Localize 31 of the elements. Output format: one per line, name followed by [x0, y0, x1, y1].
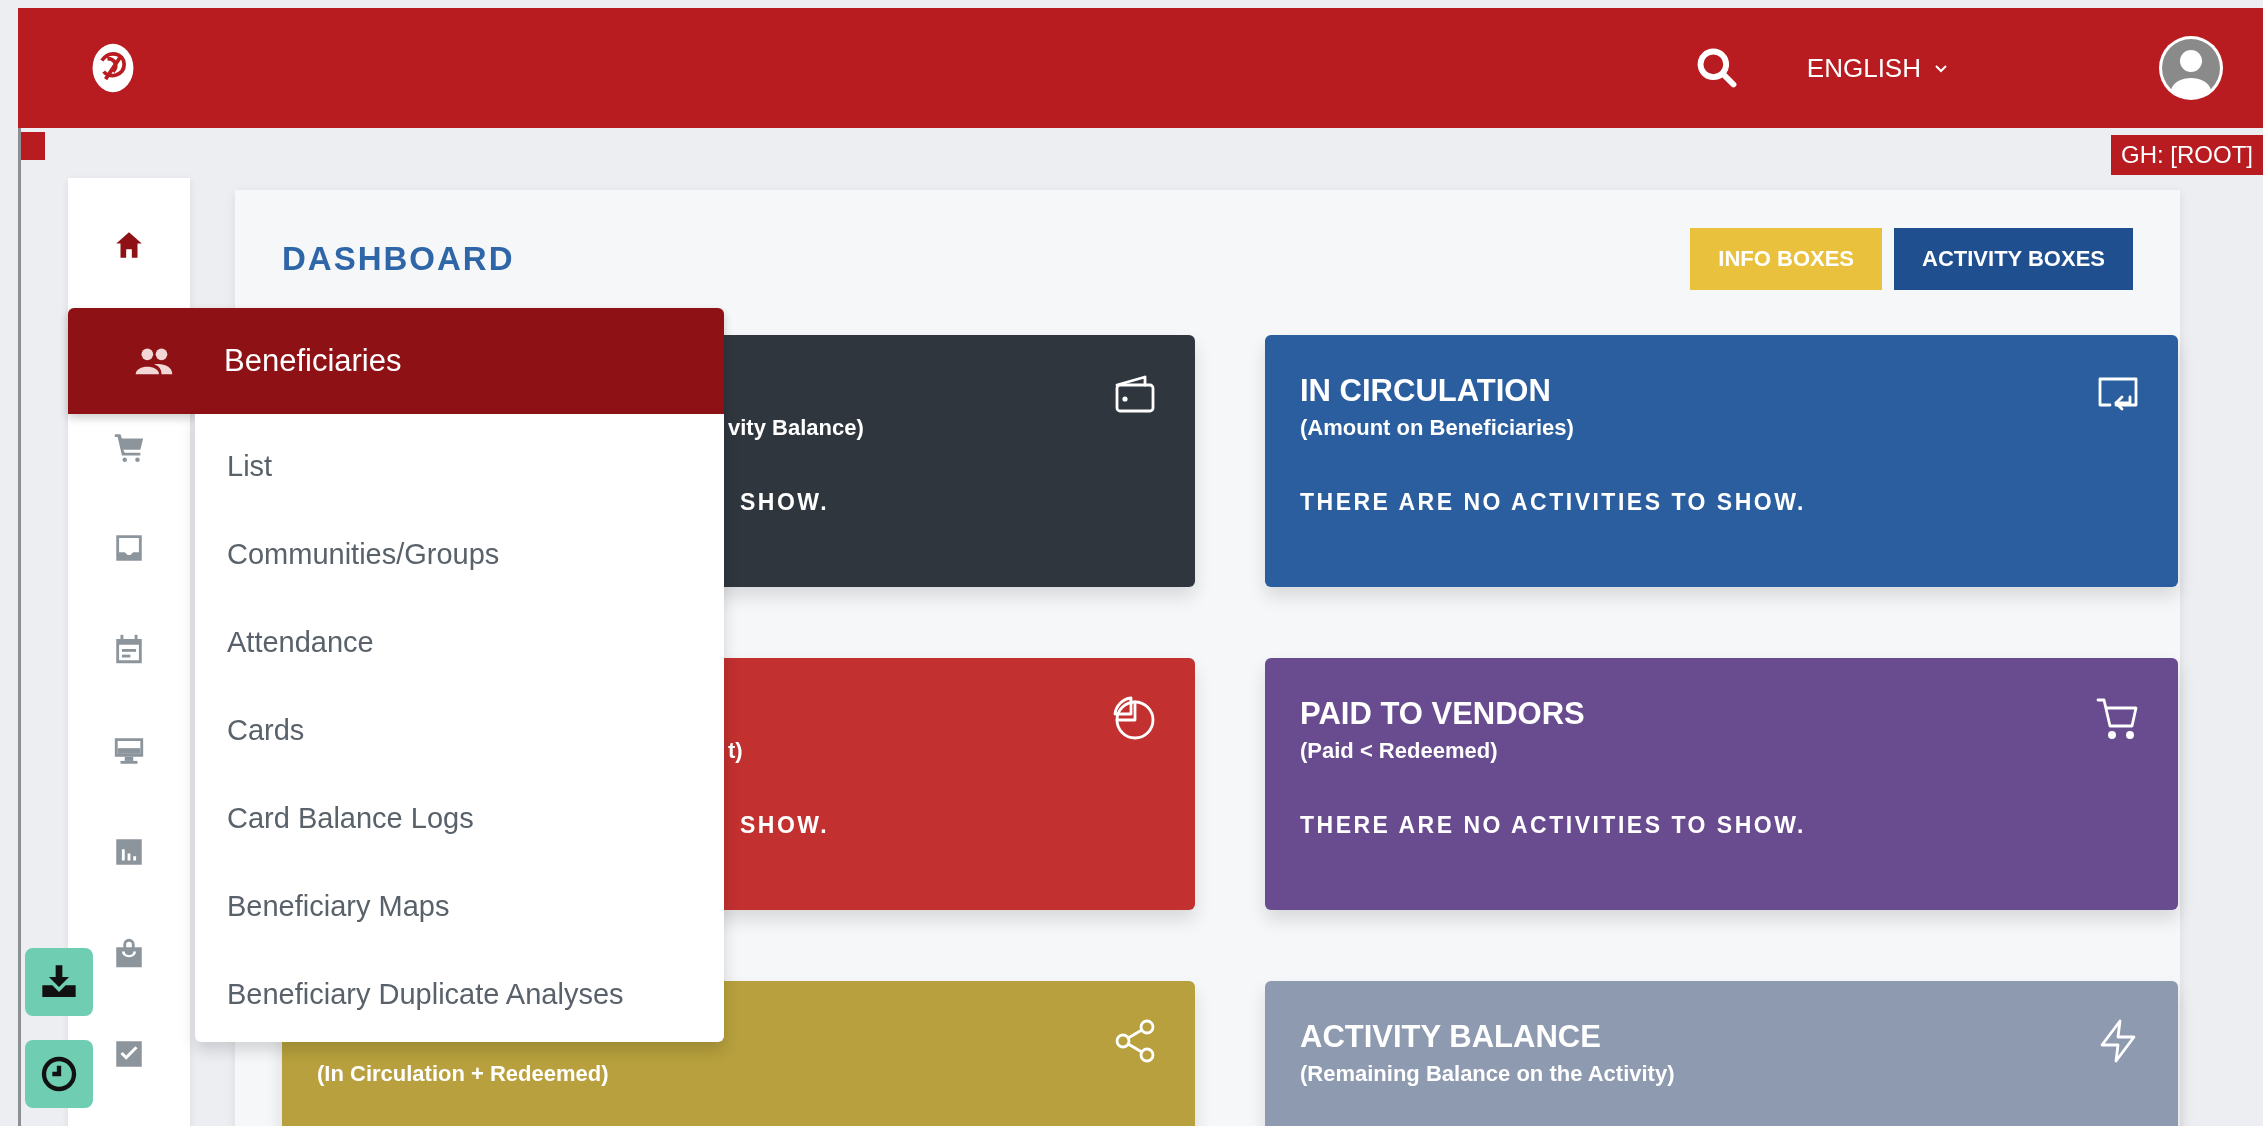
- card-subtitle: (Paid < Redeemed): [1300, 738, 1498, 765]
- menu-label: Beneficiaries: [224, 343, 402, 379]
- beneficiaries-menu-header[interactable]: Beneficiaries: [68, 308, 724, 414]
- submenu-item[interactable]: Card Balance Logs: [195, 774, 724, 862]
- submenu-item[interactable]: Cards: [195, 686, 724, 774]
- empty-message: THERE ARE NO ACTIVITIES TO SHOW.: [1300, 489, 1806, 516]
- empty-message: SHOW.: [739, 812, 830, 839]
- submenu-item[interactable]: Beneficiary Duplicate Analyses: [195, 950, 724, 1038]
- card-title: PAID TO VENDORS: [1300, 696, 1585, 733]
- empty-message: SHOW.: [739, 489, 830, 516]
- card-title: IN CIRCULATION: [1300, 373, 1551, 410]
- card-subtitle: vity Balance): [728, 415, 864, 442]
- card-subtitle: (In Circulation + Redeemed): [317, 1061, 609, 1088]
- clock-icon: [39, 1054, 79, 1094]
- root-badge: GH: [ROOT]: [2111, 135, 2263, 175]
- card-title: ACTIVITY BALANCE: [1300, 1019, 1601, 1056]
- language-selector[interactable]: ENGLISH: [1806, 52, 1949, 84]
- avatar-icon[interactable]: [2159, 36, 2223, 100]
- submenu-item[interactable]: Communities/Groups: [195, 510, 724, 598]
- logo-icon[interactable]: [90, 42, 136, 94]
- empty-message: THERE ARE NO ACTIVITIES TO SHOW.: [1300, 812, 1806, 839]
- submenu-item[interactable]: Attendance: [195, 598, 724, 686]
- card-subtitle: t): [728, 738, 743, 765]
- submenu-item[interactable]: List: [195, 422, 724, 510]
- submenu-item[interactable]: Beneficiary Maps: [195, 862, 724, 950]
- view-toggle-button[interactable]: ACTIVITY BOXES: [1894, 228, 2133, 290]
- page-title: DASHBOARD: [282, 240, 515, 278]
- card-subtitle: (Remaining Balance on the Activity): [1300, 1061, 1675, 1088]
- download-button[interactable]: [25, 948, 93, 1016]
- clock-button[interactable]: [25, 1040, 93, 1108]
- card-subtitle: (Amount on Beneficiaries): [1300, 415, 1574, 442]
